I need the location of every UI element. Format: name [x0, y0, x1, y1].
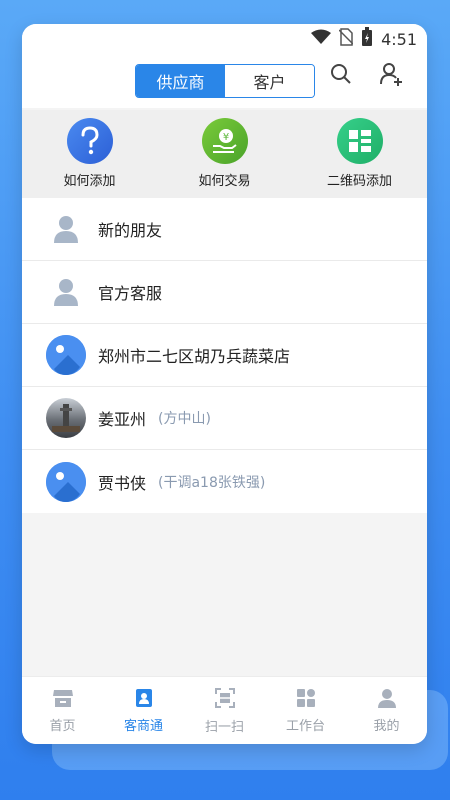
how-to-add-label: 如何添加: [63, 174, 116, 189]
how-to-add-button[interactable]: 如何添加: [22, 110, 157, 198]
contact-name: 姜亚州: [98, 410, 147, 429]
contact-name: 官方客服: [98, 284, 163, 303]
add-contact-button[interactable]: [376, 60, 408, 92]
list-item-contact[interactable]: 郑州市二七区胡乃兵蔬菜店: [22, 324, 427, 387]
tab-mine[interactable]: 我的: [346, 677, 427, 744]
wifi-icon: [311, 29, 332, 49]
search-button[interactable]: [325, 60, 357, 92]
qr-add-label: 二维码添加: [326, 174, 392, 189]
app-window: 4:51 供应商 客户 如何添加 ¥ 如何交易 二维码添加 新的朋友 官方客服 …: [22, 24, 427, 744]
list-item-new-friends[interactable]: 新的朋友: [22, 198, 427, 261]
blue-photo-avatar: [46, 461, 86, 502]
tab-home[interactable]: 首页: [22, 677, 103, 744]
person-icon: [46, 272, 86, 312]
person-icon: [46, 209, 86, 249]
contact-remark: (方中山): [158, 411, 211, 427]
tab-label: 扫一扫: [204, 719, 244, 735]
list-item-official-support[interactable]: 官方客服: [22, 261, 427, 324]
qr-add-button[interactable]: 二维码添加: [292, 110, 427, 198]
contacts-icon: [134, 688, 154, 712]
quick-actions: 如何添加 ¥ 如何交易 二维码添加: [22, 110, 427, 198]
apps-icon: [296, 688, 316, 712]
contact-name: 贾书侠: [98, 473, 147, 493]
how-to-trade-label: 如何交易: [198, 174, 251, 189]
qr-add-icon: [336, 118, 383, 164]
tab-label: 工作台: [285, 718, 325, 734]
how-to-trade-button[interactable]: ¥ 如何交易: [157, 110, 292, 198]
contact-name: 郑州市二七区胡乃兵蔬菜店: [98, 347, 291, 366]
status-bar: 4:51: [22, 24, 427, 54]
contact-name: 新的朋友: [98, 221, 163, 240]
photo-avatar: [46, 398, 86, 438]
tab-scan[interactable]: 扫一扫: [184, 677, 265, 744]
top-bar: 供应商 客户: [22, 54, 427, 108]
tab-contacts[interactable]: 客商通: [103, 677, 184, 744]
question-icon: [66, 118, 113, 164]
list-item-contact[interactable]: 贾书侠 (干调a18张铁强): [22, 450, 427, 513]
scan-icon: [214, 687, 236, 713]
no-sim-icon: [338, 28, 354, 50]
clock: 4:51: [381, 29, 417, 49]
list-item-contact[interactable]: 姜亚州 (方中山): [22, 387, 427, 450]
add-user-icon: [379, 61, 405, 91]
yuan-hand-icon: ¥: [201, 118, 248, 164]
supplier-customer-toggle: 供应商 客户: [135, 64, 315, 98]
bottom-tab-bar: 首页 客商通 扫一扫 工作台 我的: [22, 676, 427, 744]
tab-customer[interactable]: 客户: [225, 65, 314, 97]
contact-remark: (干调a18张铁强): [158, 474, 266, 491]
svg-text:¥: ¥: [222, 132, 228, 143]
shop-icon: [52, 688, 74, 712]
battery-icon: [361, 27, 373, 51]
search-icon: [330, 63, 352, 89]
tab-label: 首页: [49, 718, 76, 734]
tab-workbench[interactable]: 工作台: [265, 677, 346, 744]
tab-label: 客商通: [123, 718, 163, 734]
blue-photo-avatar: [46, 335, 86, 375]
tab-label: 我的: [373, 718, 400, 734]
tab-supplier[interactable]: 供应商: [136, 65, 225, 97]
user-icon: [377, 688, 397, 712]
contact-list: 新的朋友 官方客服 郑州市二七区胡乃兵蔬菜店 姜亚州 (方中山) 贾书侠 (干调…: [22, 198, 427, 513]
